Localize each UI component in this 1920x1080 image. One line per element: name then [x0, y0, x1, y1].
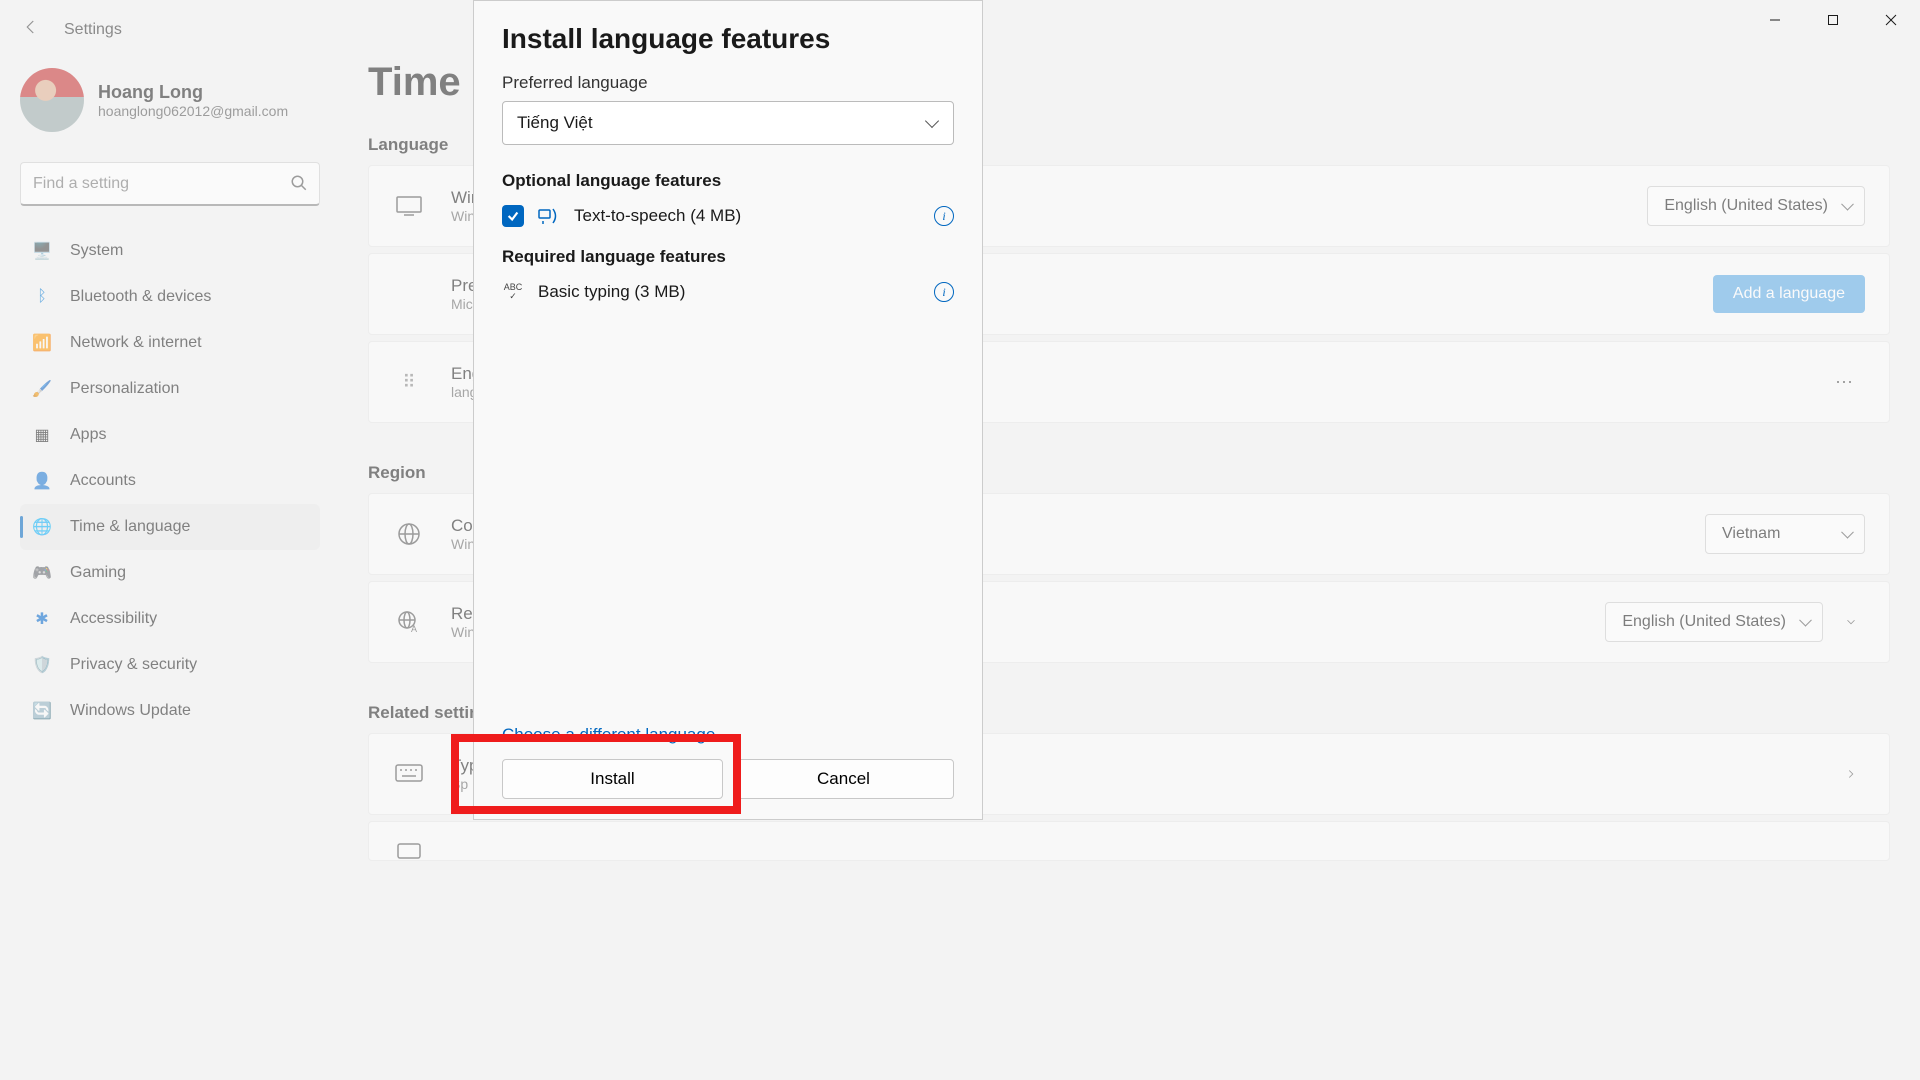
install-language-dialog: Install language features Preferred lang…	[473, 0, 983, 820]
profile-email: hoanglong062012@gmail.com	[98, 103, 288, 119]
sidebar-item-label: Windows Update	[70, 702, 191, 720]
globe-clock-icon: 🌐	[32, 517, 52, 537]
sidebar-item-update[interactable]: 🔄 Windows Update	[20, 688, 320, 734]
chevron-down-icon[interactable]	[1837, 608, 1865, 636]
feature-text-to-speech: Text-to-speech (4 MB) i	[502, 205, 954, 227]
maximize-button[interactable]	[1804, 0, 1862, 40]
info-icon[interactable]: i	[934, 206, 954, 226]
gamepad-icon: 🎮	[32, 563, 52, 583]
sidebar-item-gaming[interactable]: 🎮 Gaming	[20, 550, 320, 596]
sidebar-item-accessibility[interactable]: ✱ Accessibility	[20, 596, 320, 642]
info-icon[interactable]: i	[934, 282, 954, 302]
minimize-button[interactable]	[1746, 0, 1804, 40]
add-language-button[interactable]: Add a language	[1713, 275, 1865, 313]
preferred-language-select[interactable]: Tiếng Việt	[502, 101, 954, 145]
sidebar-item-label: Accounts	[70, 472, 136, 490]
required-features-section: Required language features	[502, 247, 954, 267]
sidebar-item-label: Apps	[70, 426, 106, 444]
svg-text:A: A	[411, 624, 417, 634]
tts-checkbox[interactable]	[502, 205, 524, 227]
globe-format-icon: A	[393, 606, 425, 638]
profile-name: Hoang Long	[98, 82, 288, 103]
keyboard-icon	[393, 758, 425, 790]
sidebar-item-bluetooth[interactable]: ᛒ Bluetooth & devices	[20, 274, 320, 320]
cancel-button[interactable]: Cancel	[733, 759, 954, 799]
regional-format-dropdown[interactable]: English (United States)	[1605, 602, 1823, 642]
preferred-language-label: Preferred language	[502, 73, 954, 93]
feature-label: Text-to-speech (4 MB)	[574, 206, 741, 226]
country-dropdown[interactable]: Vietnam	[1705, 514, 1865, 554]
sidebar-item-personalization[interactable]: 🖌️ Personalization	[20, 366, 320, 412]
dialog-title: Install language features	[502, 23, 954, 55]
globe-icon	[393, 518, 425, 550]
sidebar-item-privacy[interactable]: 🛡️ Privacy & security	[20, 642, 320, 688]
abc-check-icon: ABC✓	[502, 281, 524, 303]
update-icon: 🔄	[32, 701, 52, 721]
more-icon[interactable]: ⋯	[1825, 366, 1865, 399]
sidebar-item-label: Accessibility	[70, 610, 157, 628]
bluetooth-icon: ᛒ	[32, 287, 52, 307]
card-partial[interactable]	[368, 821, 1890, 861]
drag-icon[interactable]: ⠿	[393, 366, 425, 398]
accessibility-icon: ✱	[32, 609, 52, 629]
sidebar-item-label: Personalization	[70, 380, 179, 398]
install-button[interactable]: Install	[502, 759, 723, 799]
sidebar-item-label: Gaming	[70, 564, 126, 582]
sidebar-item-apps[interactable]: ▦ Apps	[20, 412, 320, 458]
display-language-dropdown[interactable]: English (United States)	[1647, 186, 1865, 226]
search-input[interactable]	[20, 162, 320, 206]
choose-different-language-link[interactable]: Choose a different language	[502, 725, 954, 745]
close-window-button[interactable]	[1862, 0, 1920, 40]
display-icon	[393, 190, 425, 222]
sidebar-item-label: System	[70, 242, 123, 260]
brush-icon: 🖌️	[32, 379, 52, 399]
profile-block[interactable]: Hoang Long hoanglong062012@gmail.com	[20, 68, 320, 132]
sidebar-item-time-language[interactable]: 🌐 Time & language	[20, 504, 320, 550]
icon-placeholder	[393, 836, 425, 868]
sidebar-item-system[interactable]: 🖥️ System	[20, 228, 320, 274]
sidebar-item-label: Time & language	[70, 518, 190, 536]
system-icon: 🖥️	[32, 241, 52, 261]
chevron-right-icon[interactable]	[1837, 760, 1865, 788]
person-icon: 👤	[32, 471, 52, 491]
sidebar-item-label: Network & internet	[70, 334, 202, 352]
sidebar-item-network[interactable]: 📶 Network & internet	[20, 320, 320, 366]
search-icon	[290, 174, 308, 197]
sidebar-item-label: Bluetooth & devices	[70, 288, 211, 306]
feature-basic-typing: ABC✓ Basic typing (3 MB) i	[502, 281, 954, 303]
sidebar-item-label: Privacy & security	[70, 656, 197, 674]
optional-features-section: Optional language features	[502, 171, 954, 191]
feature-label: Basic typing (3 MB)	[538, 282, 685, 302]
app-title: Settings	[64, 21, 122, 39]
shield-icon: 🛡️	[32, 655, 52, 675]
back-icon[interactable]	[22, 18, 40, 41]
apps-icon: ▦	[32, 425, 52, 445]
avatar	[20, 68, 84, 132]
sidebar-item-accounts[interactable]: 👤 Accounts	[20, 458, 320, 504]
wifi-icon: 📶	[32, 333, 52, 353]
speaker-icon	[538, 205, 560, 227]
